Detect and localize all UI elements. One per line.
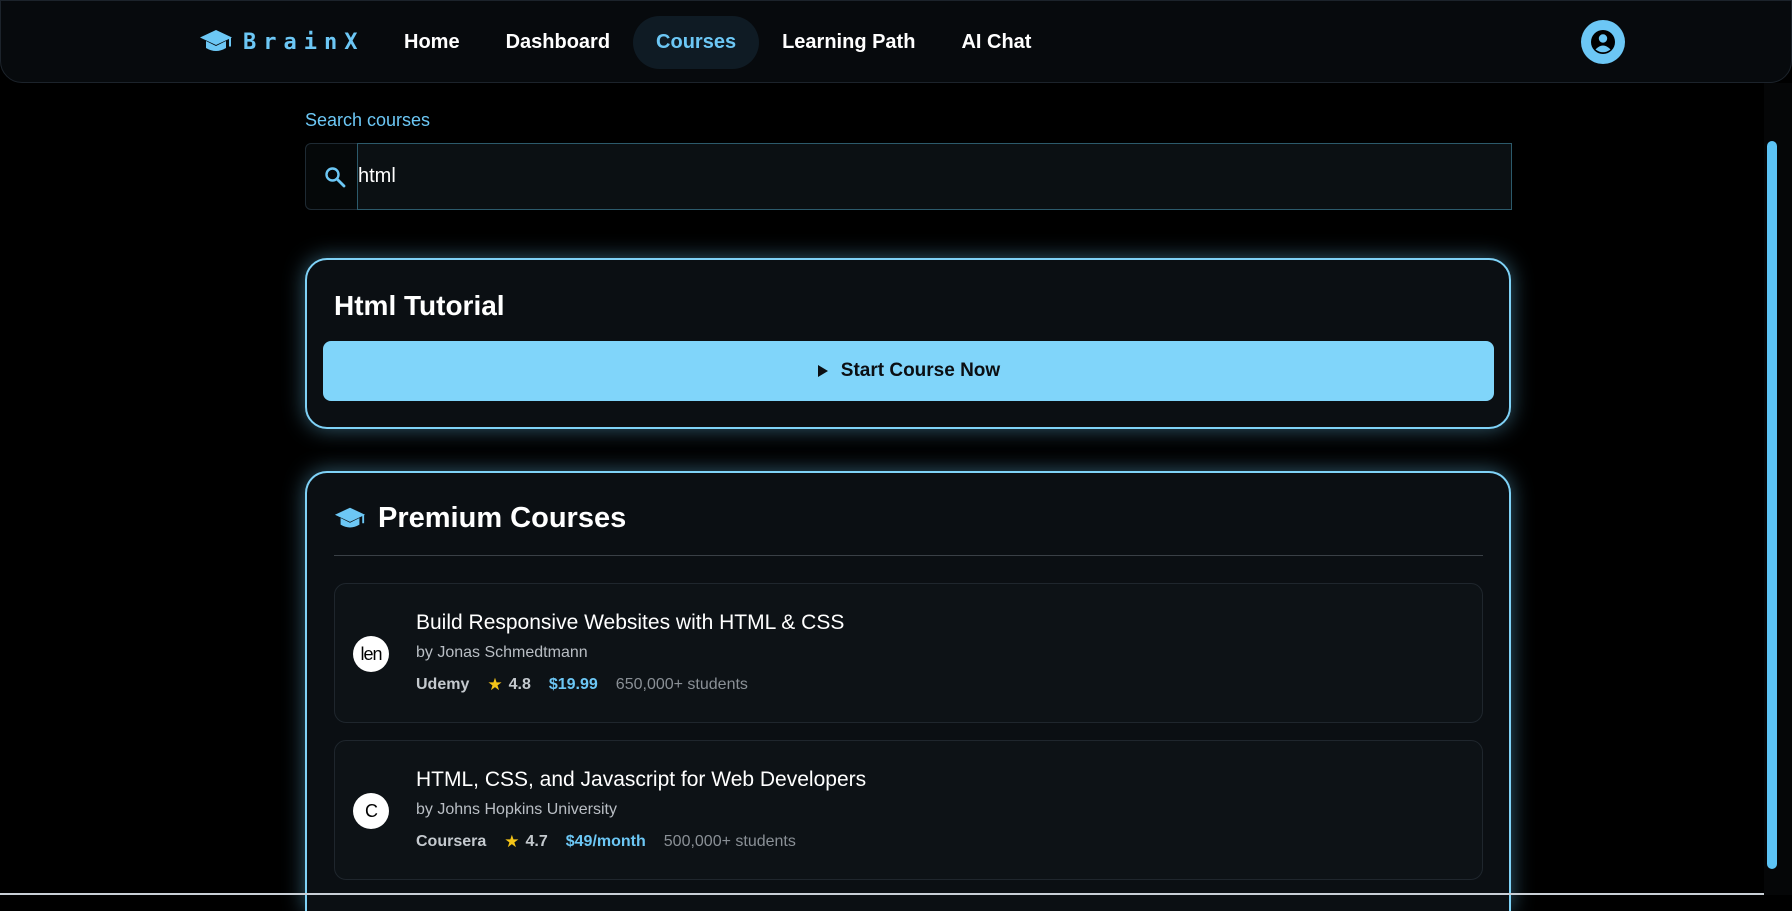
course-students: 650,000+ students — [615, 676, 748, 693]
star-icon: ★ — [504, 832, 520, 851]
premium-title: Premium Courses — [378, 502, 627, 534]
nav-courses[interactable]: Courses — [633, 16, 760, 69]
course-platform: Coursera — [416, 833, 487, 850]
search-input[interactable] — [357, 143, 1512, 210]
tutorial-card: Html Tutorial Start Course Now — [305, 258, 1511, 429]
course-price: $19.99 — [548, 676, 598, 693]
course-rating: 4.7 — [525, 833, 548, 850]
course-item[interactable]: C HTML, CSS, and Javascript for Web Deve… — [334, 740, 1483, 880]
user-avatar-button[interactable] — [1581, 20, 1625, 64]
nav-home[interactable]: Home — [381, 16, 483, 69]
scrollbar-thumb[interactable] — [1767, 141, 1777, 869]
start-course-label: Start Course Now — [840, 360, 1001, 381]
star-icon: ★ — [487, 675, 503, 694]
graduation-cap-icon — [334, 507, 366, 527]
course-logo: C — [353, 793, 389, 829]
search-box — [305, 143, 1512, 210]
course-title: Build Responsive Websites with HTML & CS… — [416, 611, 845, 634]
nav-dashboard[interactable]: Dashboard — [483, 16, 633, 69]
premium-header: Premium Courses — [334, 502, 626, 535]
course-meta: Udemy ★ 4.8 $19.99 650,000+ students — [416, 675, 748, 695]
course-item[interactable]: len Build Responsive Websites with HTML … — [334, 583, 1483, 723]
course-meta: Coursera ★ 4.7 $49/month 500,000+ studen… — [416, 832, 796, 852]
premium-courses-card: Premium Courses len Build Responsive Web… — [305, 471, 1511, 911]
course-logo: len — [353, 636, 389, 672]
tutorial-title: Html Tutorial — [334, 290, 505, 321]
nav-learning-path[interactable]: Learning Path — [759, 16, 938, 69]
course-author: by Johns Hopkins University — [416, 801, 617, 818]
course-price: $49/month — [565, 833, 646, 850]
play-icon — [817, 365, 828, 377]
course-author: by Jonas Schmedtmann — [416, 644, 588, 661]
start-course-button[interactable]: Start Course Now — [323, 341, 1494, 401]
graduation-cap-icon — [200, 30, 232, 51]
search-icon — [325, 167, 346, 188]
course-rating: 4.8 — [508, 676, 531, 693]
brand-name: BrainX — [243, 29, 365, 55]
top-navbar: BrainX Home Dashboard Courses Learning P… — [0, 0, 1792, 83]
main-nav: Home Dashboard Courses Learning Path AI … — [381, 16, 1054, 69]
course-platform: Udemy — [416, 676, 470, 693]
search-label: Search courses — [305, 110, 431, 130]
section-divider — [334, 555, 1483, 556]
nav-ai-chat[interactable]: AI Chat — [938, 16, 1054, 69]
course-students: 500,000+ students — [663, 833, 796, 850]
user-avatar-icon — [1591, 30, 1615, 54]
brand-logo[interactable]: BrainX — [199, 27, 364, 57]
course-title: HTML, CSS, and Javascript for Web Develo… — [416, 768, 867, 791]
